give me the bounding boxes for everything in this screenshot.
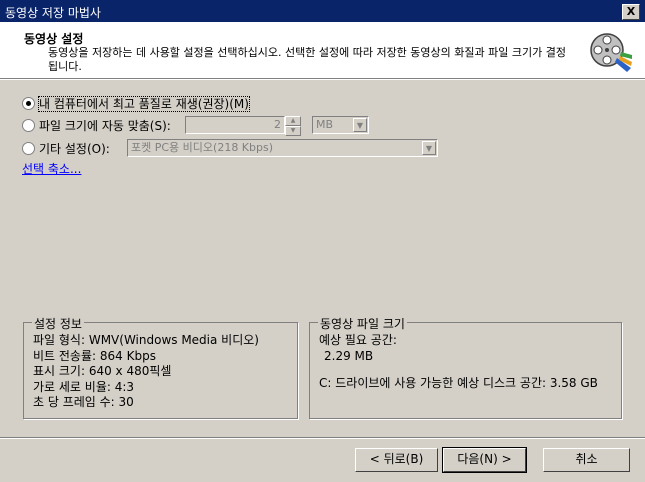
option-best-quality[interactable]: 내 컴퓨터에서 최고 품질로 재생(권장)(M) xyxy=(22,95,250,112)
size-unit-value: MB xyxy=(316,118,334,131)
file-size-group: 동영상 파일 크기 예상 필요 공간: 2.29 MB C: 드라이브에 사용 … xyxy=(309,315,622,419)
display-size: 표시 크기: 640 x 480픽셀 xyxy=(33,364,172,378)
other-settings-select[interactable]: 포켓 PC용 비디오(218 Kbps) ▼ xyxy=(127,139,438,157)
size-value-input[interactable]: 2 xyxy=(185,116,285,134)
other-settings-value: 포켓 PC용 비디오(218 Kbps) xyxy=(131,141,274,154)
chevron-down-icon[interactable]: ▼ xyxy=(353,118,367,132)
window-title: 동영상 저장 마법사 xyxy=(5,6,101,20)
back-button[interactable]: < 뒤로(B) xyxy=(355,448,438,472)
file-type: 파일 형식: WMV(Windows Media 비디오) xyxy=(33,333,259,347)
size-spinner[interactable]: ▲ ▼ xyxy=(285,116,301,136)
frames-per-second: 초 당 프레임 수: 30 xyxy=(33,395,134,409)
file-size-legend: 동영상 파일 크기 xyxy=(318,315,407,332)
option-other-label: 기타 설정(O): xyxy=(39,142,110,156)
estimated-space-label: 예상 필요 공간: xyxy=(319,333,397,347)
estimated-space-value: 2.29 MB xyxy=(324,348,374,363)
setting-info-group: 설정 정보 파일 형식: WMV(Windows Media 비디오) 비트 전… xyxy=(23,315,298,419)
option-other[interactable]: 기타 설정(O): xyxy=(22,140,110,157)
next-button[interactable]: 다음(N) > xyxy=(442,447,527,473)
header-description: 동영상을 저장하는 데 사용할 설정을 선택하십시오. 선택한 설정에 따라 저… xyxy=(48,46,566,73)
option-fit-size-label: 파일 크기에 자동 맞춤(S): xyxy=(39,119,171,133)
close-button[interactable]: X xyxy=(622,4,640,20)
aspect-ratio: 가로 세로 비율: 4:3 xyxy=(33,379,135,394)
film-reel-icon xyxy=(590,33,632,72)
cancel-button[interactable]: 취소 xyxy=(543,448,630,472)
radio-other[interactable] xyxy=(22,142,35,155)
radio-fit-size[interactable] xyxy=(22,119,35,132)
wizard-header: 동영상 설정 동영상을 저장하는 데 사용할 설정을 선택하십시오. 선택한 설… xyxy=(0,22,645,79)
title-bar: 동영상 저장 마법사 X xyxy=(0,0,645,22)
setting-info-legend: 설정 정보 xyxy=(32,315,84,332)
spin-up-icon[interactable]: ▲ xyxy=(285,116,301,126)
option-fit-size[interactable]: 파일 크기에 자동 맞춤(S): xyxy=(22,117,171,134)
disk-space: C: 드라이브에 사용 가능한 예상 디스크 공간: 3.58 GB xyxy=(319,376,598,390)
bit-rate: 비트 전송률: 864 Kbps xyxy=(33,348,156,363)
fewer-choices-link[interactable]: 선택 축소... xyxy=(22,160,81,177)
header-title: 동영상 설정 xyxy=(24,32,84,46)
spin-down-icon[interactable]: ▼ xyxy=(285,126,301,136)
size-unit-select[interactable]: MB ▼ xyxy=(312,116,369,134)
option-best-quality-label: 내 컴퓨터에서 최고 품질로 재생(권장)(M) xyxy=(38,96,250,112)
radio-best-quality[interactable] xyxy=(22,97,35,110)
chevron-down-icon[interactable]: ▼ xyxy=(422,141,436,155)
footer-divider xyxy=(0,437,645,439)
header-divider xyxy=(0,79,645,80)
